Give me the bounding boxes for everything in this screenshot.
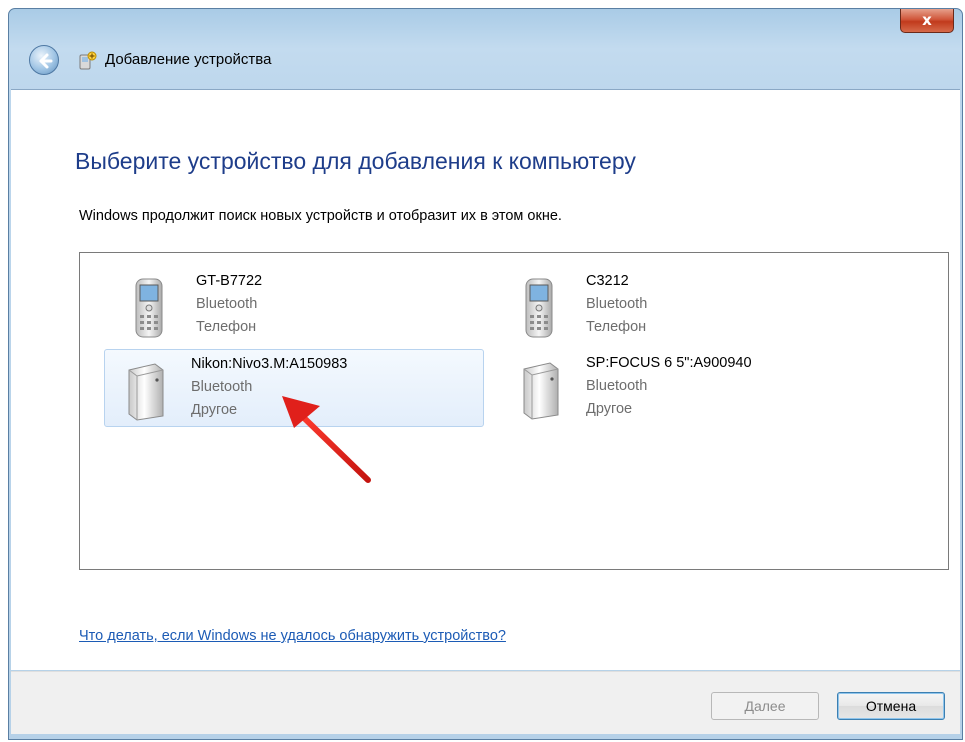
device-connection: Bluetooth [586,296,648,312]
device-item[interactable]: C3212 Bluetooth Телефон [500,267,880,345]
device-category: Другое [586,401,633,417]
device-item[interactable]: SP:FOCUS 6 5":A900940 Bluetooth Другое [500,349,880,427]
device-list[interactable]: GT-B7722 Bluetooth Телефон C3212 Bluetoo… [79,252,949,570]
add-device-window: x Добавление устройства Выберите устройс… [8,8,963,740]
cancel-button[interactable]: Отмена [837,692,945,720]
device-connection: Bluetooth [586,378,648,394]
footer-bar: Далее Отмена [11,671,960,734]
phone-icon [525,278,553,338]
device-name: C3212 [586,273,629,289]
device-name: GT-B7722 [196,273,263,289]
generic-device-icon [523,362,559,420]
device-category: Телефон [196,319,257,335]
device-name: Nikon:Nivo3.M:A150983 [191,356,348,372]
content-area: Выберите устройство для добавления к ком… [11,89,960,670]
phone-icon [135,278,163,338]
title-bar: Добавление устройства [9,37,962,85]
device-item-selected[interactable]: Nikon:Nivo3.M:A150983 Bluetooth Другое [104,349,484,427]
device-connection: Bluetooth [196,296,258,312]
back-button[interactable] [29,45,59,75]
window-title: Добавление устройства [105,51,272,68]
device-name: SP:FOCUS 6 5":A900940 [586,355,752,371]
generic-device-icon [128,363,164,421]
help-link[interactable]: Что делать, если Windows не удалось обна… [79,628,506,644]
instruction-text: Windows продолжит поиск новых устройств … [79,208,562,224]
close-button[interactable]: x [900,9,954,33]
page-heading: Выберите устройство для добавления к ком… [75,148,636,174]
device-category: Другое [191,402,238,418]
next-button[interactable]: Далее [711,692,819,720]
add-device-icon [79,51,97,70]
device-category: Телефон [586,319,647,335]
back-arrow-icon [39,53,53,69]
device-item[interactable]: GT-B7722 Bluetooth Телефон [110,267,490,345]
device-connection: Bluetooth [191,379,253,395]
